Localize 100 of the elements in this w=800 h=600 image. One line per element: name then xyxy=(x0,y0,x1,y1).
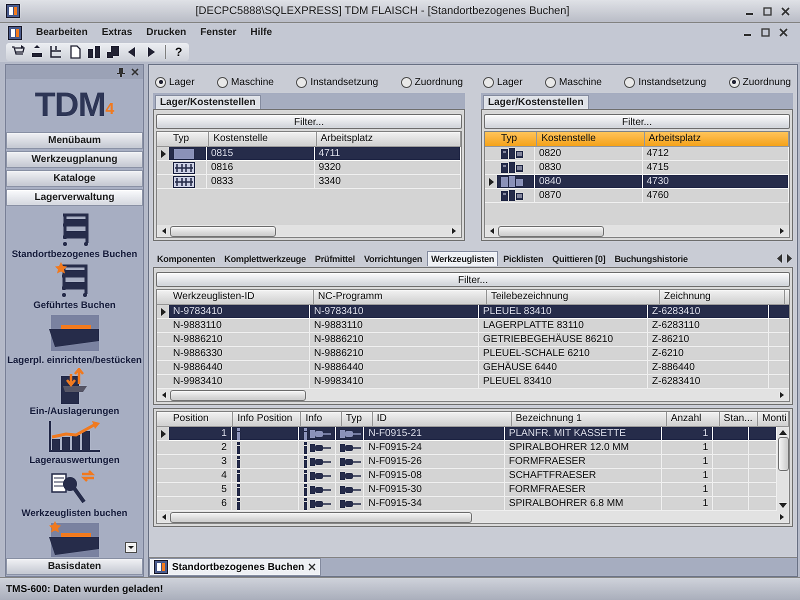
table-row[interactable]: 0833 3340 xyxy=(157,175,461,189)
column-header[interactable]: ID xyxy=(372,412,512,426)
column-header[interactable]: Arbeitsplatz xyxy=(316,132,461,146)
tab[interactable]: Komponenten xyxy=(153,250,220,266)
table-row[interactable]: N-9883110 N-9883110 LAGERPLATTE 83110 Z-6283110 xyxy=(157,319,789,333)
column-header[interactable]: NC-Programm xyxy=(314,290,487,304)
table-row[interactable]: 3 N-F0915-26 FORMFRAESER 1 xyxy=(157,455,777,469)
table-row[interactable]: 0870 4760 xyxy=(485,189,789,203)
column-header[interactable]: Bezeichnung 1 xyxy=(512,412,667,426)
column-header[interactable]: Monti xyxy=(758,412,789,426)
menu-item[interactable]: Fenster xyxy=(200,27,236,38)
tool-icon xyxy=(340,428,362,438)
tab[interactable]: Picklisten xyxy=(499,250,548,266)
radio-button[interactable]: Lager xyxy=(155,76,195,88)
sidebar-item[interactable]: Geführtes Buchen xyxy=(33,300,116,311)
scroll-left-icon[interactable] xyxy=(160,391,168,399)
radio-button[interactable]: Instandsetzung xyxy=(624,76,706,88)
close-icon[interactable] xyxy=(781,6,790,16)
tab[interactable]: Buchungshistorie xyxy=(610,250,692,266)
close-icon[interactable] xyxy=(308,563,316,571)
radio-button[interactable]: Maschine xyxy=(217,76,274,88)
tab-right-icon[interactable] xyxy=(785,254,793,262)
sidebar-item[interactable]: Standortbezogenes Buchen xyxy=(12,249,138,260)
column-header[interactable]: Info xyxy=(301,412,342,426)
sidebar-section[interactable]: Lagerverwaltung xyxy=(6,189,143,206)
tab[interactable]: Werkzeuglisten xyxy=(427,250,498,266)
pin-icon[interactable] xyxy=(117,68,125,76)
sidebar-item[interactable]: Lagerauswertungen xyxy=(29,455,120,466)
column-header[interactable]: Teilebezeichnung xyxy=(487,290,660,304)
column-header[interactable]: Anzahl xyxy=(666,412,720,426)
close-icon[interactable] xyxy=(779,28,788,37)
column-header[interactable]: Zeichnung xyxy=(660,290,785,304)
column-header[interactable]: Info Position xyxy=(233,412,302,426)
sidebar-item[interactable]: Ein-/Auslagerungen xyxy=(30,406,120,417)
table-row[interactable]: N-9886210 N-9886210 GETRIEBEGEHÄUSE 86210 Z-86210 xyxy=(157,333,789,347)
panel-tab[interactable]: Lager/Kostenstellen xyxy=(155,95,261,109)
scrollbar-thumb[interactable] xyxy=(170,390,306,400)
table-row[interactable]: N-9886440 N-9886440 GEHÄUSE 6440 Z-886440 xyxy=(157,361,789,375)
tab[interactable]: Vorrichtungen xyxy=(360,250,426,266)
radio-button[interactable]: Zuordnung xyxy=(728,76,791,88)
filter-button[interactable]: Filter... xyxy=(156,114,462,129)
help-button[interactable]: ? xyxy=(172,45,186,59)
scroll-right-icon[interactable] xyxy=(778,513,786,521)
scroll-right-icon[interactable] xyxy=(778,391,786,399)
scroll-left-icon[interactable] xyxy=(160,227,168,235)
maximize-icon[interactable] xyxy=(761,28,770,37)
menu-item[interactable]: Bearbeiten xyxy=(36,27,88,38)
table-row[interactable]: 1 N-F0915-21 PLANFR. MIT KASSETTE 1 xyxy=(157,427,777,441)
scroll-right-icon[interactable] xyxy=(450,227,458,235)
table-row[interactable]: 0816 9320 xyxy=(157,161,461,175)
scrollbar-thumb[interactable] xyxy=(778,437,788,471)
column-header[interactable]: Typ xyxy=(169,132,210,146)
sidebar-section[interactable]: Werkzeugplanung xyxy=(6,151,143,168)
close-icon[interactable] xyxy=(131,68,139,76)
scroll-left-icon[interactable] xyxy=(160,513,168,521)
scroll-down-icon[interactable] xyxy=(779,503,787,509)
scrollbar-thumb[interactable] xyxy=(498,226,604,236)
sidebar-section[interactable]: Kataloge xyxy=(6,170,143,187)
table-row[interactable]: N-9886330 N-9886210 PLEUEL-SCHALE 6210 Z-6210 xyxy=(157,347,789,361)
maximize-icon[interactable] xyxy=(763,6,772,16)
menu-item[interactable]: Extras xyxy=(102,27,132,38)
table-row[interactable]: 0840 4730 xyxy=(485,175,789,189)
scrollbar-thumb[interactable] xyxy=(170,512,472,522)
column-header[interactable]: Kostenstelle xyxy=(209,132,317,146)
table-row[interactable]: 4 N-F0915-08 SCHAFTFRAESER 1 xyxy=(157,469,777,483)
filter-button[interactable]: Filter... xyxy=(484,114,790,129)
sidebar-section[interactable]: Basisdaten xyxy=(6,558,143,575)
table-row[interactable]: 0820 4712 xyxy=(485,147,789,161)
column-header[interactable]: Werkzeuglisten-ID xyxy=(169,290,314,304)
panel-tab[interactable]: Lager/Kostenstellen xyxy=(483,95,589,109)
menu-item[interactable]: Drucken xyxy=(146,27,186,38)
column-header[interactable]: Typ xyxy=(497,132,538,146)
table-row[interactable]: 5 N-F0915-30 FORMFRAESER 1 xyxy=(157,483,777,497)
menu-item[interactable]: Hilfe xyxy=(250,27,272,38)
column-header[interactable]: Arbeitsplatz xyxy=(644,132,789,146)
tab[interactable]: Prüfmittel xyxy=(310,250,359,266)
column-header[interactable]: Position xyxy=(169,412,234,426)
table-row[interactable]: N-9783410 N-9783410 PLEUEL 83410 Z-6283410 xyxy=(157,305,789,319)
radio-button[interactable]: Lager xyxy=(483,76,523,88)
document-tab[interactable]: Standortbezogenes Buchen xyxy=(149,558,322,576)
sidebar-item[interactable]: Lagerpl. einrichten/bestücken xyxy=(7,355,142,366)
scroll-down-icon[interactable] xyxy=(125,542,137,553)
scroll-right-icon[interactable] xyxy=(778,227,786,235)
table-row[interactable]: 2 N-F0915-24 SPIRALBOHRER 12.0 MM 1 xyxy=(157,441,777,455)
column-header[interactable]: Kostenstelle xyxy=(537,132,645,146)
tab[interactable]: Komplettwerkzeuge xyxy=(220,250,310,266)
sidebar-item[interactable]: Werkzeuglisten buchen xyxy=(22,508,128,519)
tab[interactable]: Quittieren [0] xyxy=(548,250,610,266)
scrollbar-thumb[interactable] xyxy=(170,226,276,236)
radio-button[interactable]: Instandsetzung xyxy=(296,76,378,88)
column-header[interactable]: Typ xyxy=(342,412,373,426)
scroll-up-icon[interactable] xyxy=(779,429,787,435)
table-row[interactable]: 0815 4711 xyxy=(157,147,461,161)
sidebar-section[interactable]: Menübaum xyxy=(6,132,143,149)
filter-button[interactable]: Filter... xyxy=(156,272,790,287)
radio-button[interactable]: Maschine xyxy=(545,76,602,88)
column-header[interactable]: Stan... xyxy=(720,412,758,426)
scroll-left-icon[interactable] xyxy=(488,227,496,235)
tab-left-icon[interactable] xyxy=(776,254,784,262)
radio-button[interactable]: Zuordnung xyxy=(400,76,463,88)
